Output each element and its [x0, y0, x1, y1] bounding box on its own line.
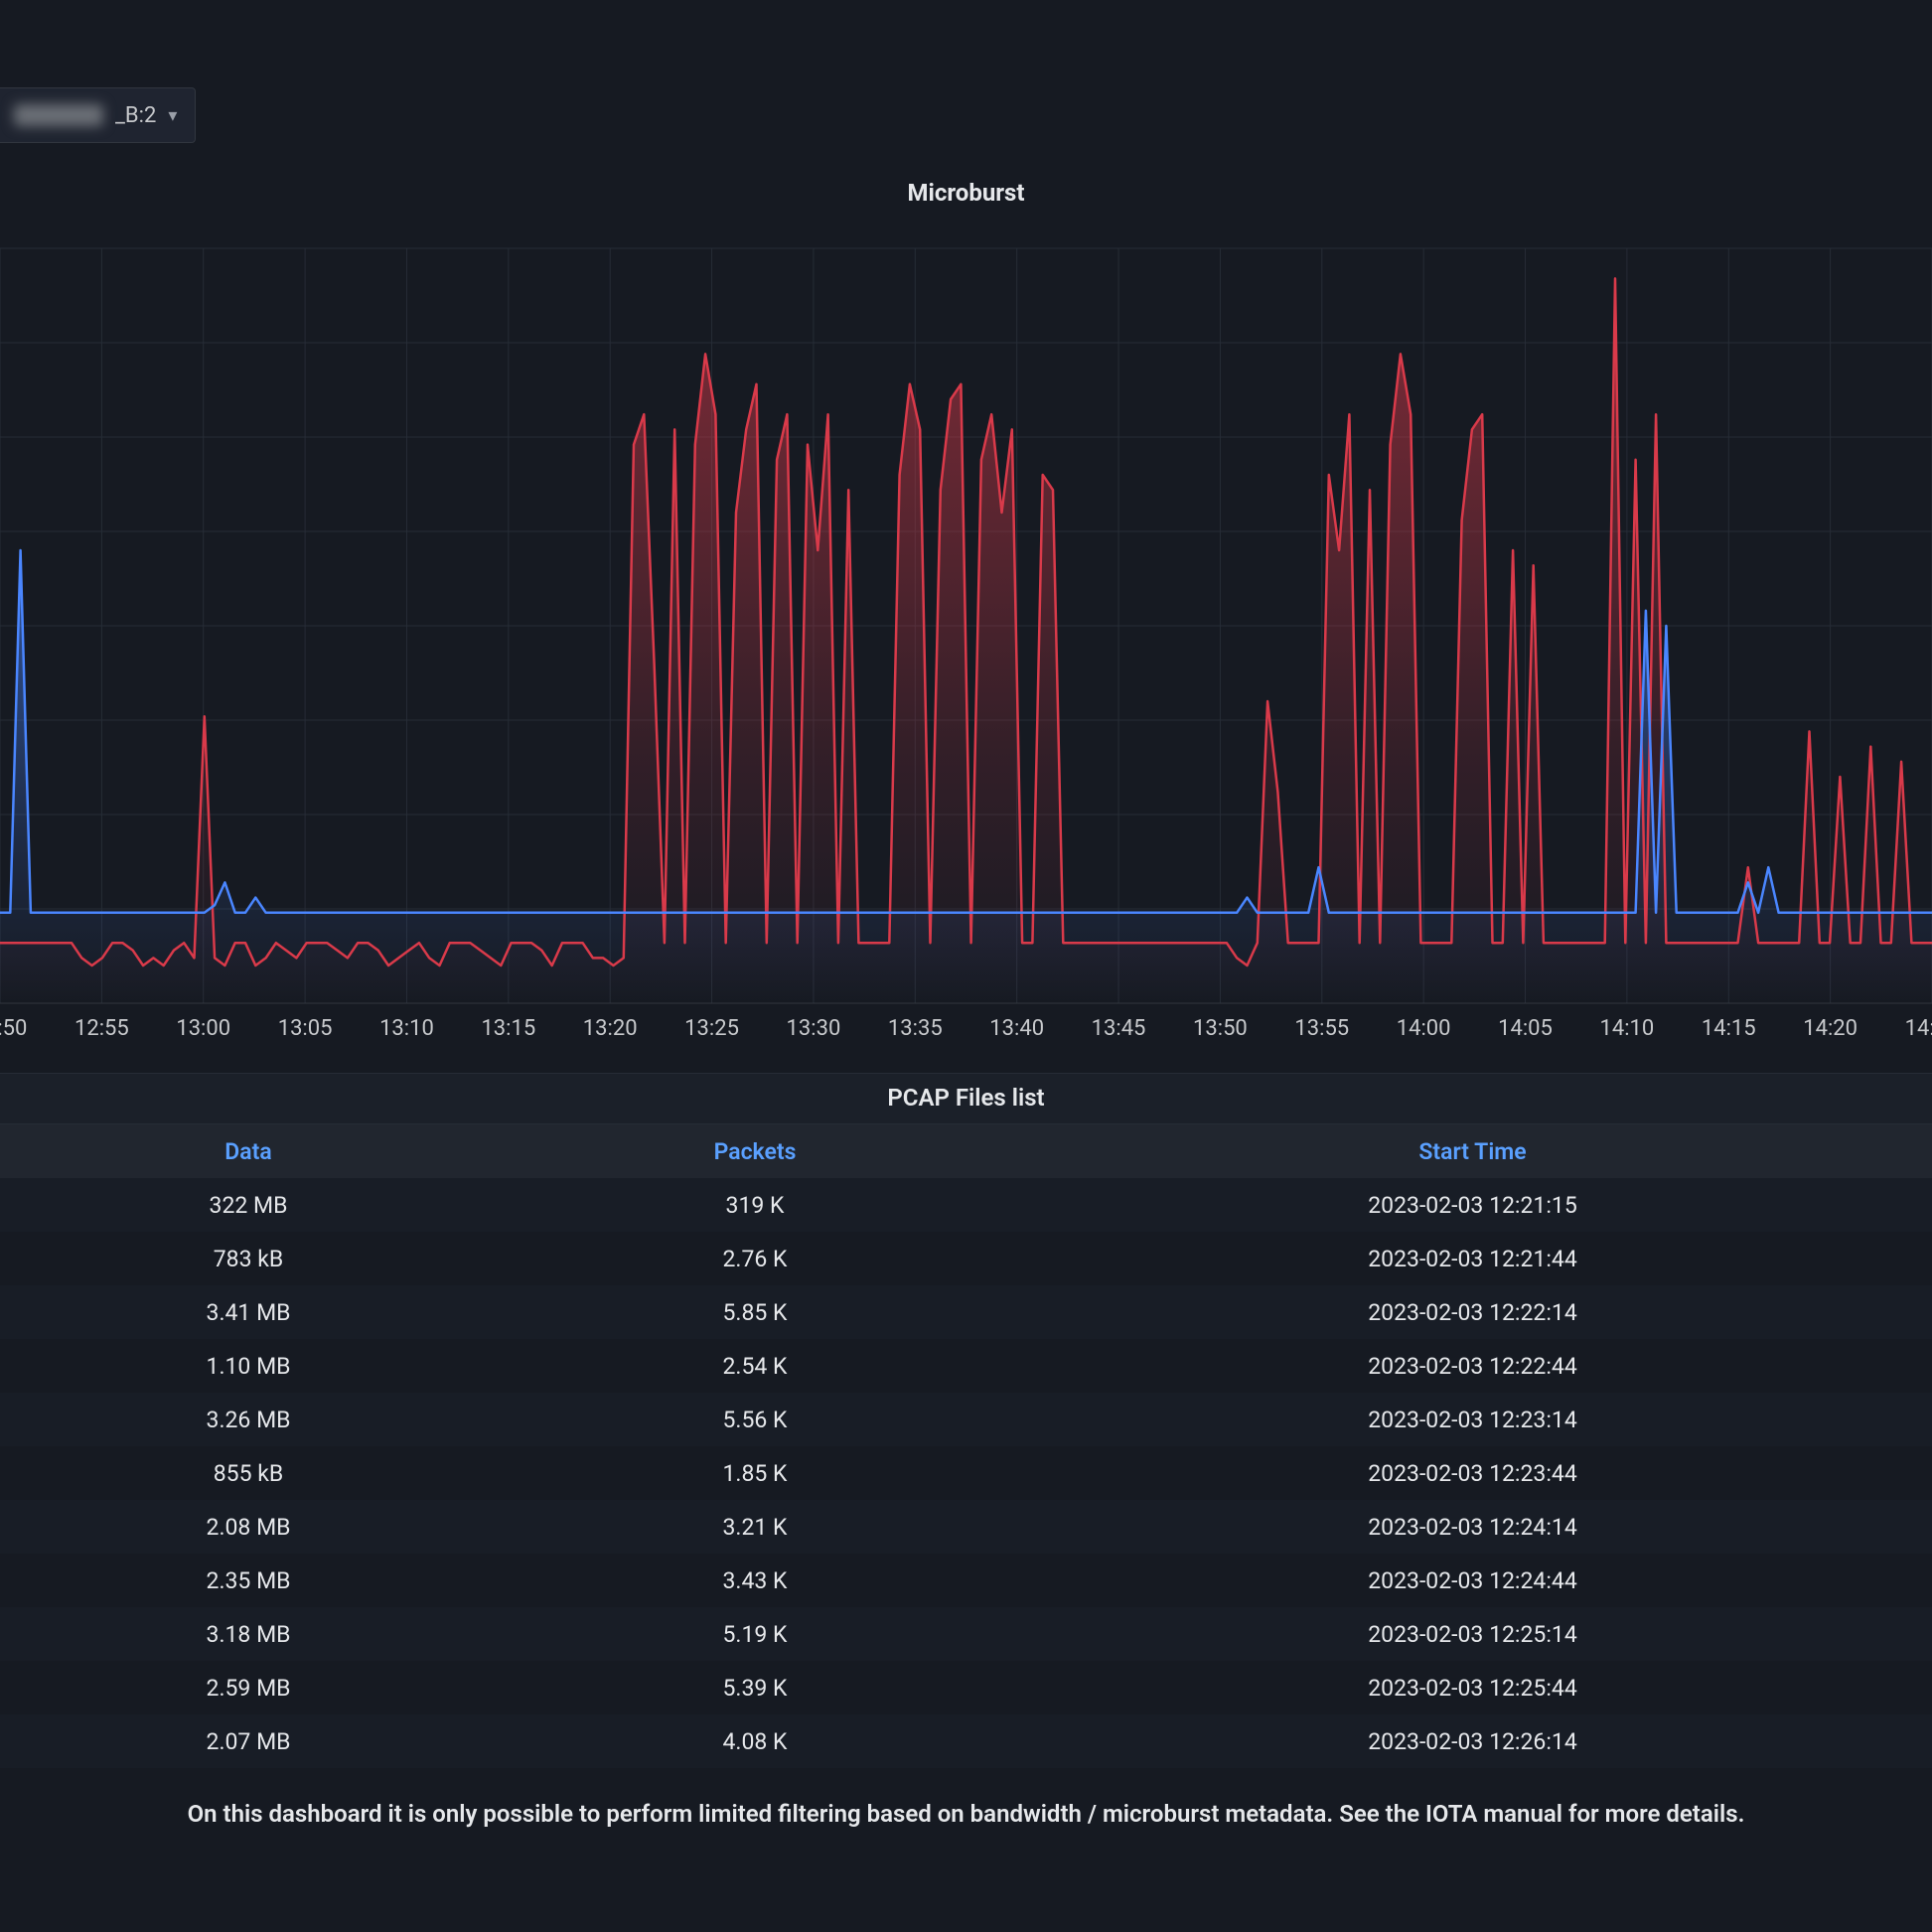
cell-packets: 4.08 K [497, 1728, 1013, 1755]
table-row[interactable]: 2.08 MB3.21 K2023-02-03 12:24:14 [0, 1500, 1932, 1554]
column-header-start[interactable]: Start Time [1013, 1138, 1932, 1165]
column-header-data[interactable]: Data [0, 1138, 497, 1165]
cell-packets: 5.85 K [497, 1299, 1013, 1326]
svg-text:14:00: 14:00 [1397, 1016, 1451, 1041]
svg-text:13:50: 13:50 [1193, 1016, 1248, 1041]
svg-text:13:40: 13:40 [989, 1016, 1044, 1041]
cell-packets: 3.21 K [497, 1514, 1013, 1541]
panel-title: Microburst [907, 179, 1024, 207]
column-header-packets[interactable]: Packets [497, 1138, 1013, 1165]
cell-data: 3.18 MB [0, 1621, 497, 1648]
table-header-row: Data Packets Start Time [0, 1124, 1932, 1178]
svg-text:14:05: 14:05 [1498, 1016, 1553, 1041]
cell-start-time: 2023-02-03 12:23:14 [1013, 1407, 1932, 1433]
cell-data: 2.59 MB [0, 1675, 497, 1702]
svg-text:13:10: 13:10 [379, 1016, 434, 1041]
cell-packets: 319 K [497, 1192, 1013, 1219]
cell-start-time: 2023-02-03 12:24:44 [1013, 1567, 1932, 1594]
table-body: 322 MB319 K2023-02-03 12:21:15783 kB2.76… [0, 1178, 1932, 1768]
svg-text:13:55: 13:55 [1294, 1016, 1349, 1041]
cell-start-time: 2023-02-03 12:22:44 [1013, 1353, 1932, 1380]
cell-packets: 2.76 K [497, 1246, 1013, 1272]
table-row[interactable]: 3.18 MB5.19 K2023-02-03 12:25:14 [0, 1607, 1932, 1661]
svg-text:13:45: 13:45 [1092, 1016, 1146, 1041]
svg-text:12:50: 12:50 [0, 1016, 27, 1041]
table-row[interactable]: 3.41 MB5.85 K2023-02-03 12:22:14 [0, 1285, 1932, 1339]
cell-start-time: 2023-02-03 12:21:15 [1013, 1192, 1932, 1219]
cell-start-time: 2023-02-03 12:25:14 [1013, 1621, 1932, 1648]
cell-packets: 5.19 K [497, 1621, 1013, 1648]
cell-start-time: 2023-02-03 12:23:44 [1013, 1460, 1932, 1487]
cell-packets: 5.39 K [497, 1675, 1013, 1702]
svg-text:14:25: 14:25 [1905, 1016, 1932, 1041]
svg-text:12:55: 12:55 [74, 1016, 129, 1041]
table-row[interactable]: 783 kB2.76 K2023-02-03 12:21:44 [0, 1232, 1932, 1285]
variable-selector-redacted [14, 104, 103, 126]
svg-text:13:35: 13:35 [888, 1016, 943, 1041]
table-row[interactable]: 2.07 MB4.08 K2023-02-03 12:26:14 [0, 1714, 1932, 1768]
chart-area[interactable]: 12:50 12:55 13:00 13:05 13:10 13:15 13:20 13:25… [0, 238, 1932, 1053]
cell-data: 2.35 MB [0, 1567, 497, 1594]
dashboard-footnote: On this dashboard it is only possible to… [0, 1778, 1932, 1850]
svg-text:13:05: 13:05 [278, 1016, 333, 1041]
table-row[interactable]: 1.10 MB2.54 K2023-02-03 12:22:44 [0, 1339, 1932, 1393]
cell-data: 3.26 MB [0, 1407, 497, 1433]
table-row[interactable]: 855 kB1.85 K2023-02-03 12:23:44 [0, 1446, 1932, 1500]
cell-packets: 5.56 K [497, 1407, 1013, 1433]
cell-packets: 3.43 K [497, 1567, 1013, 1594]
svg-text:13:15: 13:15 [481, 1016, 535, 1041]
cell-data: 3.41 MB [0, 1299, 497, 1326]
variable-selector-suffix: _B:2 [115, 103, 156, 128]
svg-text:13:20: 13:20 [583, 1016, 638, 1041]
microburst-chart[interactable]: 12:50 12:55 13:00 13:05 13:10 13:15 13:20 13:25… [0, 238, 1932, 1053]
panel-microburst: Microburst 12:50 12:55 13:00 13:05 13:10 13:1… [0, 159, 1932, 1053]
table-row[interactable]: 322 MB319 K2023-02-03 12:21:15 [0, 1178, 1932, 1232]
svg-text:13:30: 13:30 [787, 1016, 841, 1041]
cell-start-time: 2023-02-03 12:24:14 [1013, 1514, 1932, 1541]
cell-packets: 1.85 K [497, 1460, 1013, 1487]
table-row[interactable]: 3.26 MB5.56 K2023-02-03 12:23:14 [0, 1393, 1932, 1446]
svg-text:13:25: 13:25 [684, 1016, 739, 1041]
table-title: PCAP Files list [0, 1073, 1932, 1124]
table-row[interactable]: 2.59 MB5.39 K2023-02-03 12:25:44 [0, 1661, 1932, 1714]
table-row[interactable]: 2.35 MB3.43 K2023-02-03 12:24:44 [0, 1554, 1932, 1607]
cell-start-time: 2023-02-03 12:25:44 [1013, 1675, 1932, 1702]
svg-text:13:00: 13:00 [176, 1016, 230, 1041]
svg-text:14:20: 14:20 [1803, 1016, 1858, 1041]
cell-data: 322 MB [0, 1192, 497, 1219]
cell-start-time: 2023-02-03 12:21:44 [1013, 1246, 1932, 1272]
cell-data: 1.10 MB [0, 1353, 497, 1380]
svg-text:14:15: 14:15 [1702, 1016, 1756, 1041]
panel-pcap-files: PCAP Files list Data Packets Start Time … [0, 1073, 1932, 1768]
cell-start-time: 2023-02-03 12:26:14 [1013, 1728, 1932, 1755]
variable-selector[interactable]: _B:2 ▾ [0, 87, 196, 143]
svg-text:14:10: 14:10 [1599, 1016, 1654, 1041]
chevron-down-icon: ▾ [168, 105, 177, 126]
cell-start-time: 2023-02-03 12:22:14 [1013, 1299, 1932, 1326]
cell-data: 2.08 MB [0, 1514, 497, 1541]
cell-data: 783 kB [0, 1246, 497, 1272]
cell-packets: 2.54 K [497, 1353, 1013, 1380]
cell-data: 2.07 MB [0, 1728, 497, 1755]
cell-data: 855 kB [0, 1460, 497, 1487]
